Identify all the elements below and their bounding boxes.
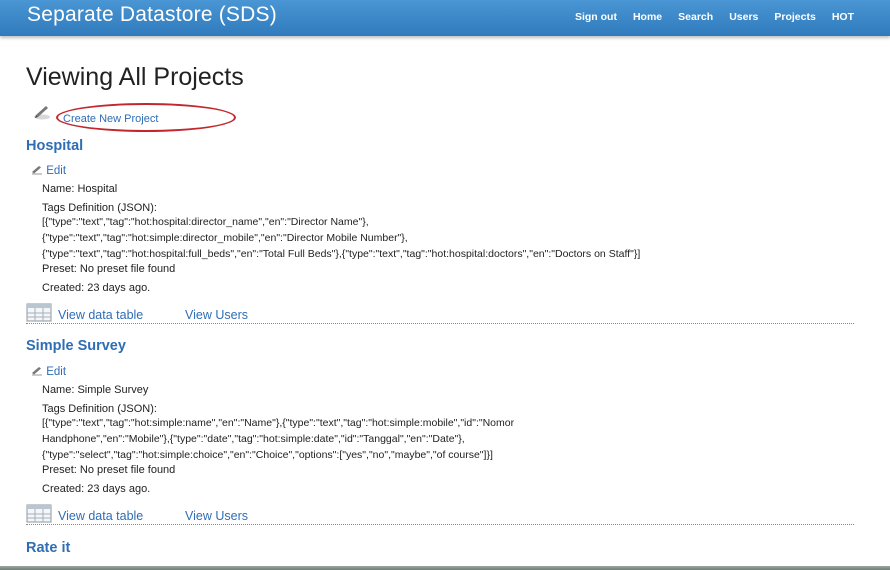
json-line: Handphone","en":"Mobile"},{"type":"date"…	[42, 433, 465, 445]
edit-link[interactable]: Edit	[31, 165, 66, 177]
nav-sign-out[interactable]: Sign out	[575, 11, 617, 23]
json-line: [{"type":"text","tag":"hot:hospital:dire…	[42, 216, 369, 228]
edit-pencil-icon	[32, 166, 42, 175]
nav-search[interactable]: Search	[678, 11, 713, 23]
preset-status: Preset: No preset file found	[42, 263, 176, 275]
table-icon	[26, 504, 52, 523]
preset-status: Preset: No preset file found	[42, 464, 176, 476]
top-navbar: Separate Datastore (SDS) Sign out Home S…	[0, 0, 890, 36]
view-data-table-link[interactable]: View data table	[58, 509, 143, 523]
tags-definition-label: Tags Definition (JSON):	[42, 403, 157, 415]
window-bottom-edge	[0, 566, 890, 570]
edit-label: Edit	[46, 366, 67, 378]
view-users-link[interactable]: View Users	[185, 308, 248, 322]
project-title[interactable]: Rate it	[26, 540, 70, 556]
project-name: Name: Hospital	[42, 183, 118, 195]
nav-projects[interactable]: Projects	[774, 11, 815, 23]
pencil-icon	[34, 106, 50, 120]
created-date: Created: 23 days ago.	[42, 282, 151, 294]
tags-json: [{"type":"text","tag":"hot:simple:name",…	[42, 415, 862, 463]
create-project-link[interactable]: Create New Project	[63, 113, 158, 125]
edit-pencil-icon	[32, 367, 42, 376]
project-name: Name: Simple Survey	[42, 384, 149, 396]
edit-label: Edit	[46, 165, 67, 177]
edit-link[interactable]: Edit	[31, 366, 66, 378]
project-title[interactable]: Simple Survey	[26, 338, 126, 354]
json-line: {"type":"text","tag":"hot:simple:directo…	[42, 232, 408, 244]
json-line: [{"type":"text","tag":"hot:simple:name",…	[42, 417, 515, 429]
tags-definition-label: Tags Definition (JSON):	[42, 202, 157, 214]
divider	[26, 524, 854, 525]
table-icon	[26, 303, 52, 322]
nav-hot[interactable]: HOT	[832, 11, 854, 23]
app-title[interactable]: Separate Datastore (SDS)	[27, 3, 277, 27]
project-title[interactable]: Hospital	[26, 138, 83, 154]
view-users-link[interactable]: View Users	[185, 509, 248, 523]
tags-json: [{"type":"text","tag":"hot:hospital:dire…	[42, 214, 862, 262]
nav-users[interactable]: Users	[729, 11, 758, 23]
json-line: {"type":"text","tag":"hot:hospital:full_…	[42, 248, 641, 260]
page-title: Viewing All Projects	[26, 63, 244, 91]
created-date: Created: 23 days ago.	[42, 483, 151, 495]
main-nav: Sign out Home Search Users Projects HOT	[575, 11, 854, 23]
json-line: {"type":"select","tag":"hot:simple:choic…	[42, 449, 493, 461]
nav-home[interactable]: Home	[633, 11, 662, 23]
view-data-table-link[interactable]: View data table	[58, 308, 143, 322]
divider	[26, 323, 854, 324]
